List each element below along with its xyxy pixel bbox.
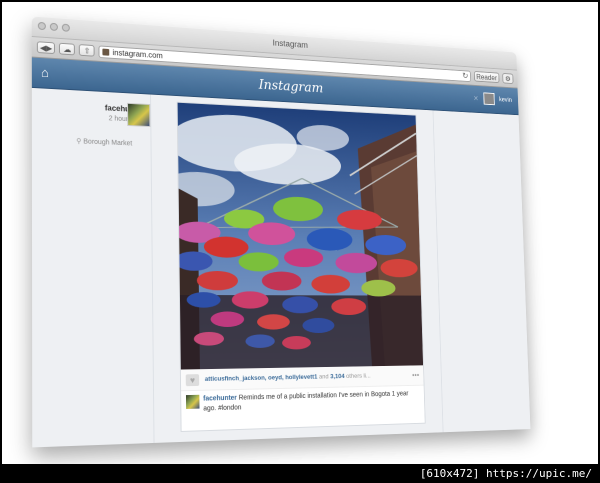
location-pin-icon: ⚲ — [76, 138, 82, 146]
post-caption: facehunter Reminds me of a public instal… — [185, 389, 420, 414]
back-forward-button[interactable]: ◀▶ — [36, 41, 56, 55]
post-actions-bar: ♥ atticusfinch_jackson, oeyd, hollylevet… — [180, 365, 424, 392]
feed-content: facehunter 2 hours ago ⚲ Borough Market — [31, 87, 531, 448]
avatar[interactable] — [483, 92, 495, 106]
author-avatar[interactable] — [127, 102, 151, 128]
reader-button[interactable]: Reader — [473, 71, 500, 84]
heart-icon[interactable]: ♥ — [185, 373, 200, 386]
gear-icon[interactable]: ⚙ — [502, 72, 514, 84]
watermark-bar: [610x472] https://upic.me/ — [0, 464, 600, 483]
more-dots-icon[interactable]: ••• — [412, 371, 419, 379]
perspective-stage: Instagram ◀▶ ☁ ⇧ instagram.com ↻ Reader … — [2, 2, 598, 464]
screenshot-frame: Instagram ◀▶ ☁ ⇧ instagram.com ↻ Reader … — [0, 0, 600, 466]
right-divider — [432, 110, 444, 433]
header-username[interactable]: kevin — [499, 96, 512, 103]
location-label: Borough Market — [83, 138, 133, 147]
caption-username[interactable]: facehunter — [203, 395, 237, 403]
post-photo[interactable] — [177, 102, 424, 370]
cloud-icon[interactable]: ☁ — [59, 42, 76, 56]
favicon-icon — [102, 48, 110, 56]
likes-summary[interactable]: atticusfinch_jackson, oeyd, hollylevett1… — [205, 372, 407, 383]
likes-connector: and — [318, 373, 329, 381]
header-user-area: ✕ kevin — [473, 92, 512, 106]
likes-count[interactable]: 3,104 — [330, 373, 345, 380]
post-card: ♥ atticusfinch_jackson, oeyd, hollylevet… — [176, 101, 426, 432]
share-icon[interactable]: ⇧ — [79, 44, 95, 57]
umbrellas-photo — [177, 102, 424, 370]
likes-suffix: others li... — [346, 372, 371, 380]
reload-icon[interactable]: ↻ — [462, 71, 470, 81]
browser-window: Instagram ◀▶ ☁ ⇧ instagram.com ↻ Reader … — [31, 16, 531, 448]
likes-users[interactable]: atticusfinch_jackson, oeyd, hollylevett1 — [205, 374, 318, 383]
post-meta-column: facehunter 2 hours ago ⚲ Borough Market — [32, 88, 154, 448]
comment-avatar[interactable] — [185, 394, 200, 409]
post-location[interactable]: ⚲ Borough Market — [76, 137, 132, 147]
close-icon[interactable]: ✕ — [473, 94, 479, 102]
watermark-text: [610x472] https://upic.me/ — [419, 467, 592, 480]
caption-text: facehunter Reminds me of a public instal… — [203, 389, 420, 414]
